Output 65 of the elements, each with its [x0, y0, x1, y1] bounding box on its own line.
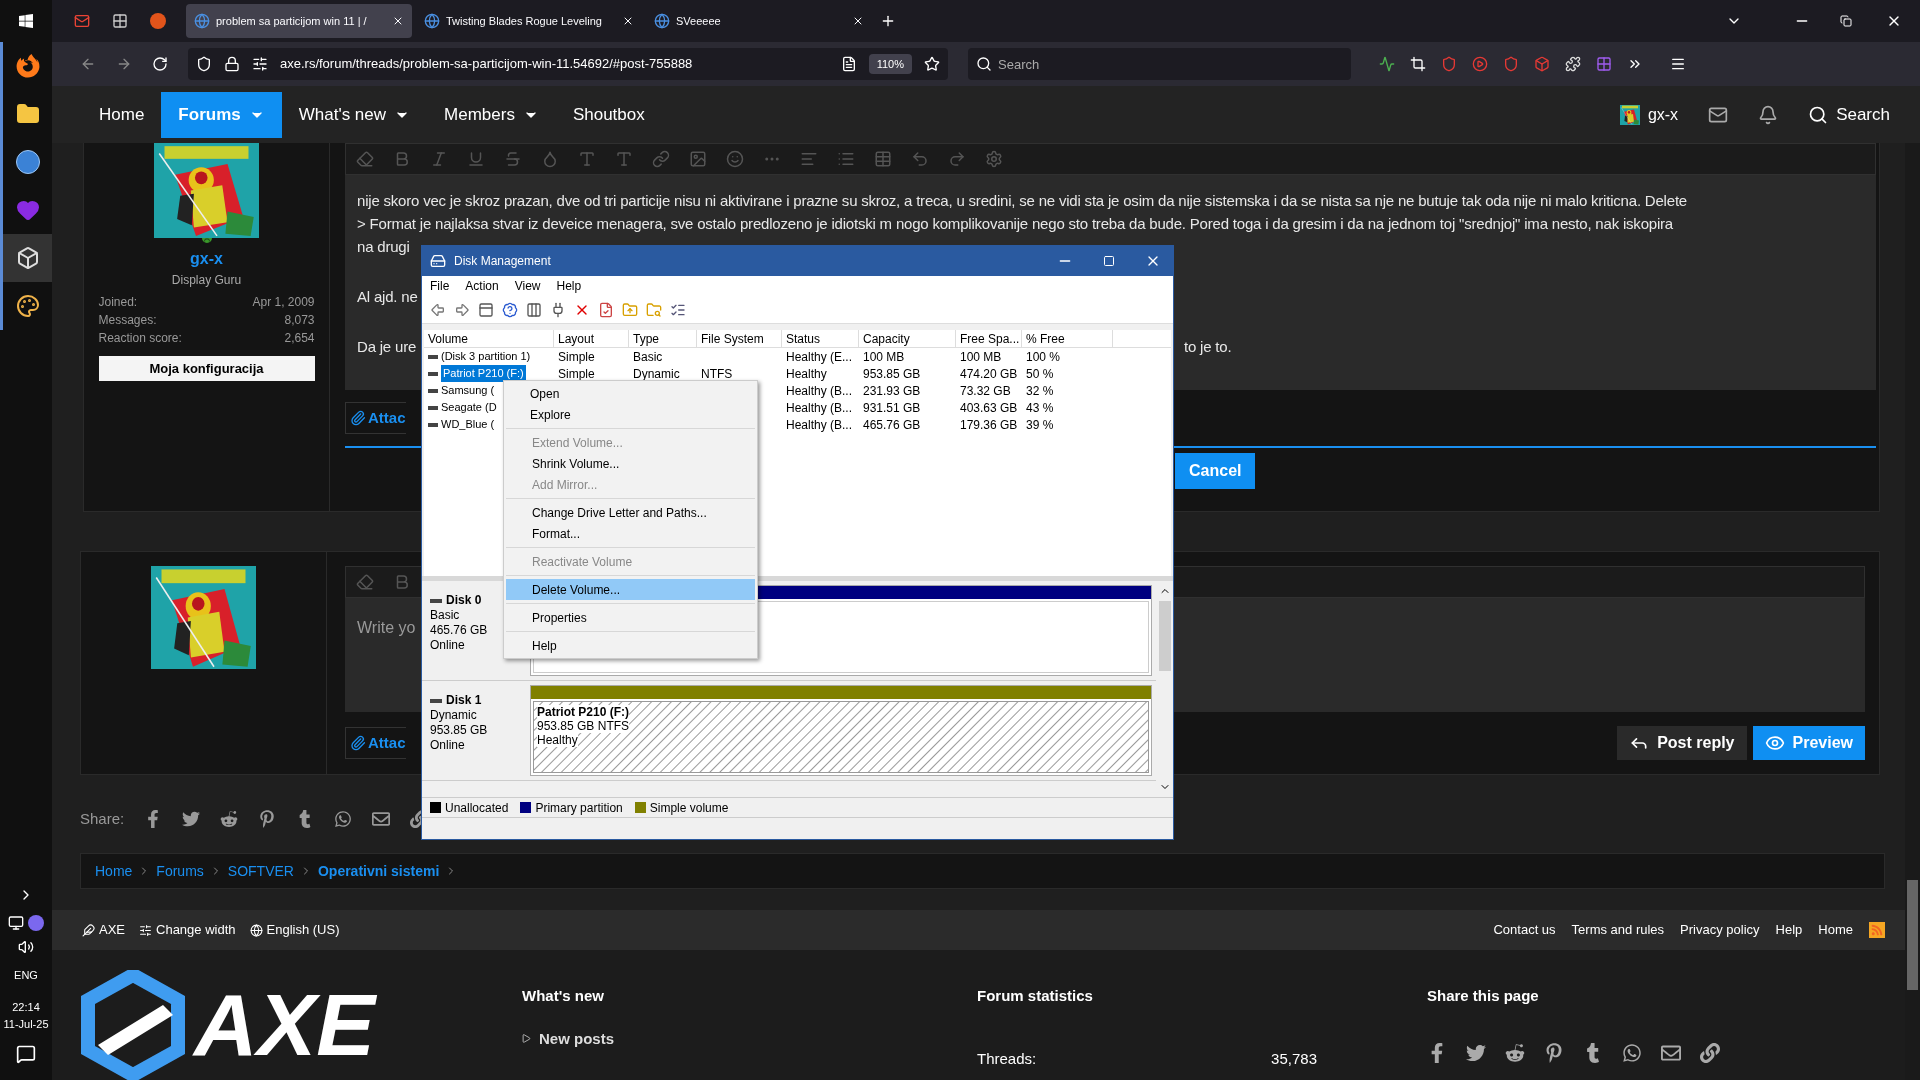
table-cell-text: 465.76 GB: [863, 416, 921, 434]
table-cell-text: 39 %: [1026, 416, 1054, 434]
message-text: Al ajd. ne: [357, 287, 418, 307]
table-cell-text: 50 %: [1026, 365, 1054, 383]
message-text: na drugi: [357, 237, 410, 257]
table-cell-text: 953.85 GB: [863, 365, 921, 383]
table-cell-text: Basic: [633, 348, 663, 366]
stat-value: Apr 1, 2009: [252, 294, 315, 311]
message-text: nije skoro vec je skroz prazan, dve od tri particije nisu ni aktivirane i prazne su skroz, a treca, u sredini, se ne vidi sta je osim da nije sistemska i da se nista sa nje ne butuje tak oda nije ni malo kriticna. Delete: [357, 191, 1687, 211]
footer-heading: Share this page: [1427, 986, 1540, 1006]
disk-type: Dynamic: [430, 708, 478, 723]
message-text: to je to.: [1184, 337, 1232, 357]
table-cell-text: 231.93 GB: [863, 382, 921, 400]
table-cell-text: 43 %: [1026, 399, 1054, 417]
disk-size: 465.76 GB: [430, 623, 489, 638]
disk-status: Online: [430, 738, 466, 753]
table-cell-text: Simple: [558, 365, 595, 383]
table-cell-text: Healthy: [786, 365, 827, 383]
stat-value: 35,783: [1271, 1048, 1317, 1069]
footer-heading: What's new: [522, 986, 605, 1006]
legend-label: Simple volume: [649, 799, 729, 817]
table-cell-text: 474.20 GB: [960, 365, 1018, 383]
table-cell-text: 179.36 GB: [960, 416, 1018, 434]
disk-name: Disk 0: [446, 593, 482, 608]
legend-label: Unallocated: [445, 799, 509, 817]
table-cell-text: Healthy (B...: [786, 382, 853, 400]
partition-status: Healthy: [537, 733, 578, 747]
share-label: Share:: [80, 808, 125, 829]
legend-label: Primary partition: [535, 799, 623, 817]
message-text: > Format je najlaksa stvar iz deveice menagera, sve ostalo predlozeno je idiotski m nogo komplikovanije nego sto treba da bude. Pored toga i da gresim i da na jednom toj "srednjoj" ima nesto, nak iskopira: [357, 214, 1673, 234]
table-cell-text: 100 MB: [960, 348, 1002, 366]
stat-label: Threads:: [977, 1048, 1037, 1069]
table-cell-text: Healthy (B...: [786, 399, 853, 417]
message-text: Da je ure: [357, 337, 417, 357]
disk-type: Basic: [430, 608, 461, 623]
stat-label: Messages:: [98, 312, 157, 329]
table-cell-text: 100 MB: [863, 348, 905, 366]
footer-heading: Forum statistics: [977, 986, 1094, 1006]
table-cell-text: 32 %: [1026, 382, 1054, 400]
table-cell-text: Simple: [558, 348, 595, 366]
username: gx-x: [1647, 104, 1679, 125]
clock-date: 11-Jul-25: [3, 1016, 49, 1032]
table-cell-text: Healthy (E...: [786, 348, 853, 366]
table-cell-text: 931.51 GB: [863, 399, 921, 417]
disk-status: Online: [430, 638, 466, 653]
disk-size: 953.85 GB: [430, 723, 489, 738]
table-cell-text: NTFS: [701, 365, 733, 383]
table-cell-text: 403.63 GB: [960, 399, 1018, 417]
stat-value: 2,654: [284, 330, 315, 347]
table-cell-text: 100 %: [1026, 348, 1061, 366]
table-cell-text: Healthy (B...: [786, 416, 853, 434]
partition-size: 953.85 GB NTFS: [537, 719, 630, 733]
stat-label: Joined:: [98, 294, 138, 311]
user-title: Display Guru: [171, 272, 242, 289]
table-cell-text: Dynamic: [633, 365, 680, 383]
disk-name: Disk 1: [446, 693, 482, 708]
table-cell-text: 73.32 GB: [960, 382, 1011, 400]
clock-time: 22:14: [12, 1000, 40, 1015]
window-title: Disk Management: [454, 253, 551, 270]
logo-text: AXE: [194, 981, 375, 1069]
stat-label: Reaction score:: [98, 330, 182, 347]
partition-name: Patriot P210 (F:): [537, 705, 629, 719]
username: gx-x: [190, 249, 223, 269]
language-indicator: ENG: [14, 967, 38, 983]
stat-value: 8,073: [284, 312, 315, 329]
